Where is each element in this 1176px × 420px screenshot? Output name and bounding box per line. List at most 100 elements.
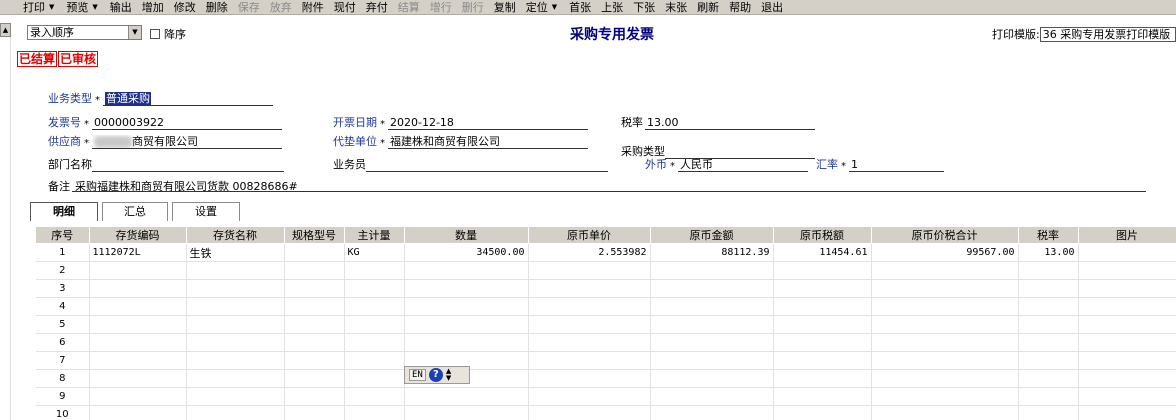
table-row[interactable]: 2 [36,261,1176,280]
print-template-input[interactable]: 36 采购专用发票打印模版 [1039,26,1176,42]
table-cell[interactable] [89,297,187,316]
toolbar-button-9[interactable]: 现付 [329,1,361,14]
table-cell[interactable]: KG [344,243,405,262]
tax-rate-input[interactable]: 13.00 [645,116,815,130]
table-cell[interactable]: 13.00 [1018,243,1079,262]
table-cell[interactable] [1018,297,1079,316]
table-cell[interactable] [871,297,1019,316]
column-header[interactable]: 数量 [404,227,529,244]
table-cell[interactable] [528,279,651,298]
table-row[interactable]: 4 [36,297,1176,316]
table-cell[interactable] [528,315,651,334]
table-cell[interactable] [404,297,529,316]
table-cell[interactable] [1078,279,1176,298]
table-cell[interactable] [871,279,1019,298]
table-cell[interactable] [871,315,1019,334]
table-cell[interactable] [404,387,529,406]
toolbar-button-4[interactable]: 修改 [169,1,201,14]
table-cell[interactable] [344,297,405,316]
toolbar-button-16[interactable]: 首张 [564,1,596,14]
toolbar-button-5[interactable]: 删除 [201,1,233,14]
toolbar-button-10[interactable]: 弃付 [361,1,393,14]
table-cell[interactable] [284,369,345,388]
table-cell[interactable] [284,405,345,420]
table-cell[interactable] [284,279,345,298]
toolbar-button-2[interactable]: 输出 [105,1,137,14]
table-cell[interactable] [1018,315,1079,334]
table-row[interactable]: 5 [36,315,1176,334]
table-cell[interactable] [528,261,651,280]
table-cell[interactable] [650,333,774,352]
table-cell[interactable] [650,279,774,298]
table-cell[interactable] [89,387,187,406]
table-cell[interactable] [284,333,345,352]
table-cell[interactable] [773,405,872,420]
table-cell[interactable] [89,405,187,420]
toolbar-button-21[interactable]: 帮助 [724,1,756,14]
toolbar-button-18[interactable]: 下张 [628,1,660,14]
table-cell[interactable] [1018,351,1079,370]
column-header[interactable]: 存货编码 [89,227,187,244]
table-cell[interactable] [284,351,345,370]
table-cell[interactable] [773,279,872,298]
table-cell[interactable] [1078,333,1176,352]
toolbar-button-1[interactable]: 预览 ▼ [61,1,104,14]
table-row[interactable]: 3 [36,279,1176,298]
invoice-date-input[interactable]: 2020-12-18 [388,116,588,130]
column-header[interactable]: 存货名称 [186,227,285,244]
ime-toolbar[interactable]: EN ? ▲ ▼ [404,366,470,384]
table-cell[interactable] [871,387,1019,406]
table-cell[interactable] [528,297,651,316]
table-cell[interactable] [89,315,187,334]
table-row[interactable]: 1 1112072L 生铁 KG 34500.00 2.553982 88112.39 114… [36,243,1176,262]
table-cell[interactable] [344,387,405,406]
table-cell[interactable] [89,261,187,280]
table-cell[interactable] [650,405,774,420]
help-icon[interactable]: ? [428,368,443,382]
table-cell[interactable] [1078,297,1176,316]
table-cell[interactable]: 34500.00 [404,243,529,262]
table-row[interactable]: 6 [36,333,1176,352]
table-cell[interactable] [404,261,529,280]
column-header[interactable]: 原币价税合计 [871,227,1019,244]
table-cell[interactable] [871,261,1019,280]
column-header[interactable]: 规格型号 [284,227,345,244]
ime-mode-button[interactable]: EN [409,369,426,381]
table-cell[interactable] [1078,261,1176,280]
checkbox-box[interactable] [150,29,160,39]
table-cell[interactable] [404,405,529,420]
table-cell[interactable] [344,315,405,334]
toolbar-button-6[interactable]: 保存 [233,1,265,14]
table-row[interactable]: 10 [36,405,1176,420]
table-cell[interactable] [1078,405,1176,420]
chevron-down-icon[interactable]: ▼ [92,1,97,14]
table-cell[interactable] [186,333,285,352]
tab-settings[interactable]: 设置 [172,202,240,221]
table-cell[interactable] [1018,387,1079,406]
column-header[interactable]: 序号 [36,227,90,244]
column-header[interactable]: 税率 [1018,227,1079,244]
toolbar-button-15[interactable]: 定位 ▼ [521,1,564,14]
business-type-input[interactable]: 普通采购 [103,92,273,106]
table-cell[interactable] [528,333,651,352]
chevron-down-icon[interactable]: ▼ [128,26,141,39]
table-row[interactable]: 8 [36,369,1176,388]
table-cell[interactable] [1078,351,1176,370]
table-cell[interactable] [528,405,651,420]
column-header[interactable]: 原币单价 [528,227,651,244]
table-cell[interactable] [186,405,285,420]
table-cell[interactable] [1078,387,1176,406]
table-cell[interactable] [404,333,529,352]
table-cell[interactable] [186,279,285,298]
table-cell[interactable] [1078,369,1176,388]
table-cell[interactable] [1078,243,1176,262]
table-cell[interactable] [186,387,285,406]
salesman-input[interactable] [366,158,608,172]
table-cell[interactable] [650,297,774,316]
table-cell[interactable] [404,279,529,298]
toolbar-button-13[interactable]: 删行 [457,1,489,14]
table-cell[interactable] [1018,405,1079,420]
supplier-input[interactable]: 商贸有限公司 [92,135,282,149]
table-cell[interactable] [773,261,872,280]
toolbar-button-17[interactable]: 上张 [596,1,628,14]
